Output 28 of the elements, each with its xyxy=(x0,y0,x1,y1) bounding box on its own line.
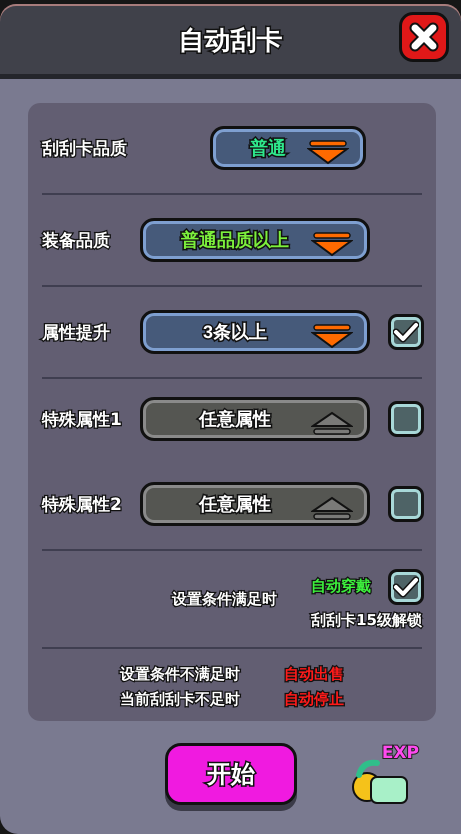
dialog-title: 自动刮卡 xyxy=(178,24,282,58)
down-arrow-icon xyxy=(311,323,353,349)
condition-label: 设置条件不满足时 xyxy=(120,665,240,684)
setting-label: 属性提升 xyxy=(42,322,111,344)
up-arrow-icon xyxy=(311,410,353,436)
action-text: 自动出售 xyxy=(284,665,344,684)
close-icon xyxy=(409,22,439,52)
condition-label: 当前刮刮卡不足时 xyxy=(120,690,240,709)
close-button[interactable] xyxy=(399,12,449,62)
exp-label: EXP xyxy=(382,743,419,763)
action-text: 自动穿戴 xyxy=(311,577,372,596)
action-text: 自动停止 xyxy=(284,690,344,709)
up-arrow-icon xyxy=(311,495,353,521)
unlock-note: 刮刮卡15级解锁 xyxy=(311,610,422,630)
setting-label: 特殊属性1 xyxy=(42,408,123,430)
check-icon xyxy=(393,321,419,343)
check-icon xyxy=(393,576,419,598)
down-arrow-icon xyxy=(311,231,353,257)
setting-label: 装备品质 xyxy=(42,230,111,252)
checkbox[interactable] xyxy=(388,314,424,350)
condition-label: 设置条件满足时 xyxy=(172,590,278,608)
dropdown[interactable]: 3条以上 xyxy=(140,310,370,354)
checkbox[interactable] xyxy=(388,568,424,604)
down-arrow-icon xyxy=(307,139,349,165)
setting-label: 特殊属性2 xyxy=(42,494,123,516)
dropdown[interactable]: 普通 xyxy=(210,126,366,170)
setting-label: 刮刮卡品质 xyxy=(42,138,128,160)
dropdown[interactable]: 普通品质以上 xyxy=(140,218,370,262)
